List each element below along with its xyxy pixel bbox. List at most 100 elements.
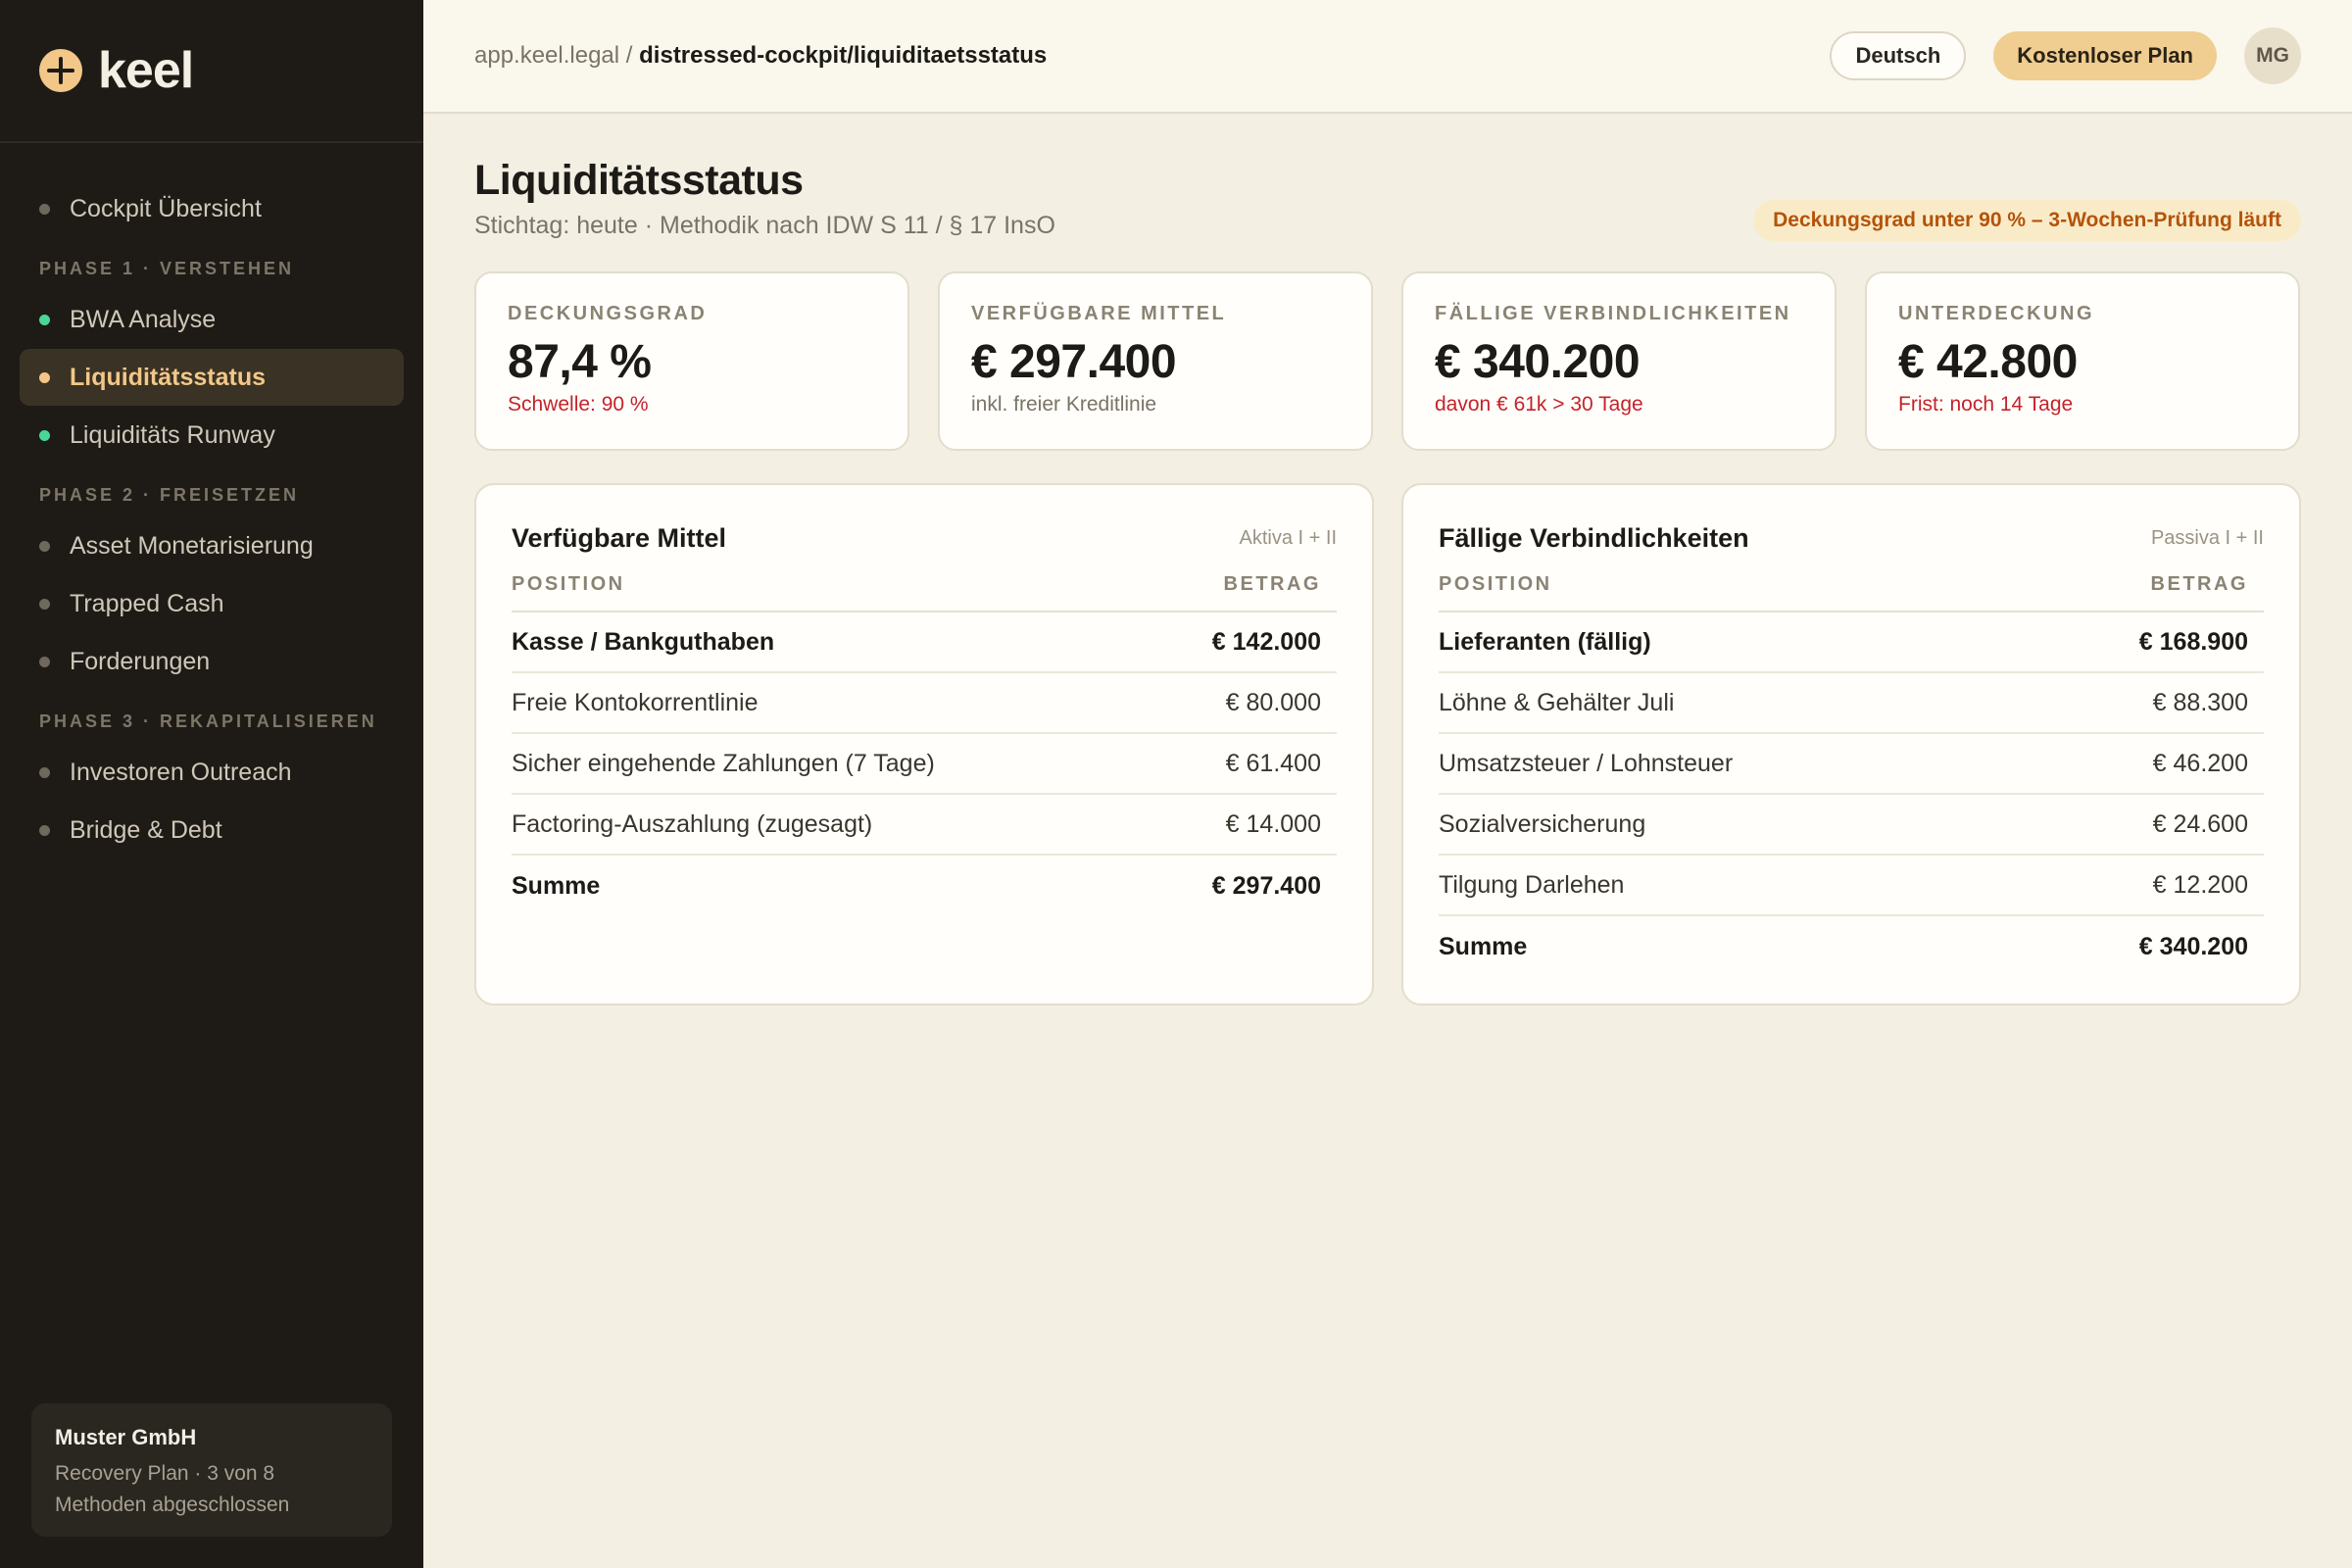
status-dot-icon <box>39 314 50 325</box>
row-amount: € 61.400 <box>1225 749 1321 777</box>
assets-panel: Verfügbare Mittel Aktiva I + II POSITION… <box>474 483 1374 1005</box>
plan-button[interactable]: Kostenloser Plan <box>1993 31 2217 80</box>
kpi-card-unterdeckung: UNTERDECKUNG € 42.800 Frist: noch 14 Tag… <box>1865 271 2300 451</box>
sidebar-item-label: Bridge & Debt <box>70 815 222 844</box>
sidebar-item-label: Investoren Outreach <box>70 758 292 786</box>
page-title: Liquiditätsstatus <box>474 157 804 204</box>
row-position: Kasse / Bankguthaben <box>512 627 775 656</box>
row-position: Lieferanten (fällig) <box>1439 627 1651 656</box>
status-dot-icon <box>39 203 50 215</box>
column-header-position: POSITION <box>512 572 625 595</box>
panel-title: Verfügbare Mittel <box>512 522 727 553</box>
table-row: Löhne & Gehälter Juli € 88.300 <box>1439 673 2264 734</box>
sidebar-item-label: Asset Monetarisierung <box>70 531 314 560</box>
sidebar-item-asset-monetarisierung[interactable]: Asset Monetarisierung <box>20 517 404 574</box>
avatar[interactable]: MG <box>2244 27 2301 84</box>
kpi-label: UNTERDECKUNG <box>1898 303 2094 324</box>
row-amount: € 24.600 <box>2152 809 2248 838</box>
sidebar-nav: Cockpit Übersicht PHASE 1 · VERSTEHEN BW… <box>0 143 423 858</box>
sidebar: keel Cockpit Übersicht PHASE 1 · VERSTEH… <box>0 0 423 1568</box>
table-row: Sicher eingehende Zahlungen (7 Tage) € 6… <box>512 734 1337 795</box>
liabilities-panel: Fällige Verbindlichkeiten Passiva I + II… <box>1401 483 2301 1005</box>
row-amount: € 12.200 <box>2152 870 2248 899</box>
sidebar-item-cockpit-uebersicht[interactable]: Cockpit Übersicht <box>20 180 404 237</box>
kpi-value: 87,4 % <box>508 336 652 388</box>
status-dot-icon <box>39 766 50 778</box>
sidebar-item-label: Cockpit Übersicht <box>70 194 262 222</box>
table-row: Tilgung Darlehen € 12.200 <box>1439 856 2264 916</box>
brand[interactable]: keel <box>0 0 423 143</box>
company-card[interactable]: Muster GmbH Recovery Plan · 3 von 8 Meth… <box>31 1403 392 1537</box>
row-position: Löhne & Gehälter Juli <box>1439 688 1675 716</box>
table-row: Factoring-Auszahlung (zugesagt) € 14.000 <box>512 795 1337 856</box>
table-row: Kasse / Bankguthaben € 142.000 <box>512 612 1337 673</box>
kpi-label: FÄLLIGE VERBINDLICHKEITEN <box>1435 303 1791 324</box>
kpi-card-deckungsgrad: DECKUNGSGRAD 87,4 % Schwelle: 90 % <box>474 271 909 451</box>
status-dot-icon <box>39 540 50 552</box>
row-position: Sicher eingehende Zahlungen (7 Tage) <box>512 749 935 777</box>
kpi-card-faellige-verbindlichkeiten: FÄLLIGE VERBINDLICHKEITEN € 340.200 davo… <box>1401 271 1837 451</box>
panel-tag: Aktiva I + II <box>1239 526 1337 549</box>
keel-logo-icon <box>39 49 82 92</box>
page-subtitle: Stichtag: heute · Methodik nach IDW S 11… <box>474 212 1055 239</box>
language-button[interactable]: Deutsch <box>1830 31 1967 80</box>
column-header-position: POSITION <box>1439 572 1552 595</box>
table-row: Freie Kontokorrentlinie € 80.000 <box>512 673 1337 734</box>
sidebar-item-trapped-cash[interactable]: Trapped Cash <box>20 575 404 632</box>
topbar-actions: Deutsch Kostenloser Plan MG <box>1830 27 2301 84</box>
table-row: Lieferanten (fällig) € 168.900 <box>1439 612 2264 673</box>
row-amount: € 340.200 <box>2138 932 2248 960</box>
sidebar-item-bridge-debt[interactable]: Bridge & Debt <box>20 802 404 858</box>
table-row-total: Summe € 297.400 <box>512 856 1337 916</box>
row-position: Tilgung Darlehen <box>1439 870 1625 899</box>
breadcrumb-separator: / <box>619 42 640 69</box>
coverage-alert-badge: Deckungsgrad unter 90 % – 3-Wochen-Prüfu… <box>1753 200 2301 241</box>
column-header-amount: BETRAG <box>1223 572 1321 595</box>
row-amount: € 297.400 <box>1211 871 1321 900</box>
row-position: Summe <box>512 871 601 900</box>
table-row: Umsatzsteuer / Lohnsteuer € 46.200 <box>1439 734 2264 795</box>
sidebar-item-bwa-analyse[interactable]: BWA Analyse <box>20 291 404 348</box>
kpi-label: DECKUNGSGRAD <box>508 303 708 324</box>
panel-tag: Passiva I + II <box>2150 526 2264 549</box>
sidebar-item-liquiditaets-runway[interactable]: Liquiditäts Runway <box>20 407 404 464</box>
phase-3-heading: PHASE 3 · REKAPITALISIEREN <box>39 711 377 731</box>
kpi-card-verfuegbare-mittel: VERFÜGBARE MITTEL € 297.400 inkl. freier… <box>938 271 1373 451</box>
sidebar-item-label: Liquiditäts Runway <box>70 420 275 449</box>
status-dot-icon <box>39 656 50 667</box>
breadcrumb: app.keel.legal / distressed-cockpit/liqu… <box>474 42 1047 70</box>
row-amount: € 88.300 <box>2152 688 2248 716</box>
kpi-note: Schwelle: 90 % <box>508 393 649 416</box>
phase-1-heading: PHASE 1 · VERSTEHEN <box>39 259 295 278</box>
row-amount: € 168.900 <box>2138 627 2248 656</box>
table-header: POSITION BETRAG <box>1439 558 2264 612</box>
kpi-value: € 297.400 <box>971 336 1177 388</box>
column-header-amount: BETRAG <box>2150 572 2248 595</box>
topbar: app.keel.legal / distressed-cockpit/liqu… <box>423 0 2352 114</box>
row-amount: € 80.000 <box>1225 688 1321 716</box>
row-amount: € 14.000 <box>1225 809 1321 838</box>
row-position: Freie Kontokorrentlinie <box>512 688 759 716</box>
row-position: Umsatzsteuer / Lohnsteuer <box>1439 749 1734 777</box>
sidebar-item-label: Trapped Cash <box>70 589 224 617</box>
sidebar-item-liquiditaetsstatus[interactable]: Liquiditätsstatus <box>20 349 404 406</box>
kpi-note: davon € 61k > 30 Tage <box>1435 393 1643 416</box>
kpi-note: Frist: noch 14 Tage <box>1898 393 2074 416</box>
company-name: Muster GmbH <box>55 1425 197 1449</box>
table-row: Sozialversicherung € 24.600 <box>1439 795 2264 856</box>
status-dot-icon <box>39 371 50 383</box>
sidebar-item-investoren-outreach[interactable]: Investoren Outreach <box>20 744 404 801</box>
table-header: POSITION BETRAG <box>512 558 1337 612</box>
status-dot-icon <box>39 429 50 441</box>
sidebar-item-forderungen[interactable]: Forderungen <box>20 633 404 690</box>
panel-title: Fällige Verbindlichkeiten <box>1439 522 1749 553</box>
panel-header: Fällige Verbindlichkeiten Passiva I + II <box>1439 518 2264 558</box>
kpi-note: inkl. freier Kreditlinie <box>971 393 1157 416</box>
table-row-total: Summe € 340.200 <box>1439 916 2264 977</box>
row-amount: € 142.000 <box>1211 627 1321 656</box>
breadcrumb-domain[interactable]: app.keel.legal <box>474 42 619 69</box>
row-position: Sozialversicherung <box>1439 809 1646 838</box>
panel-header: Verfügbare Mittel Aktiva I + II <box>512 518 1337 558</box>
brand-name: keel <box>98 42 194 99</box>
row-position: Factoring-Auszahlung (zugesagt) <box>512 809 873 838</box>
